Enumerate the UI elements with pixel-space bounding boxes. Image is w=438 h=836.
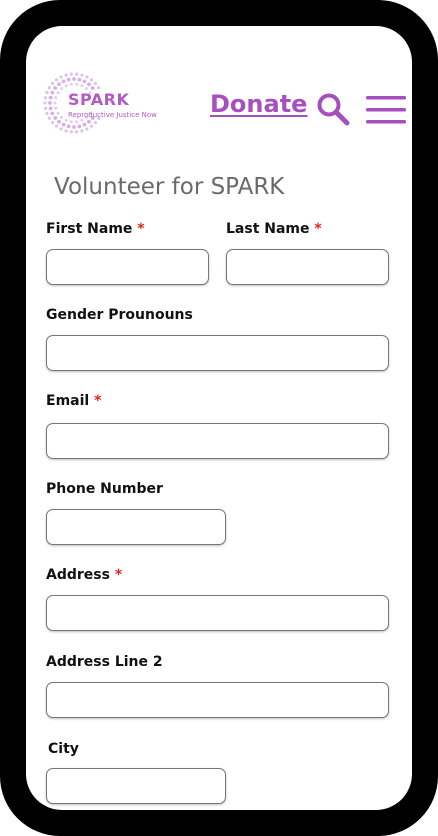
hamburger-menu-icon[interactable] (366, 96, 406, 124)
logo-dot (54, 124, 59, 128)
logo-dot (57, 119, 61, 124)
email-label: Email * (46, 393, 101, 409)
logo-dot (77, 77, 82, 82)
logo-dot (97, 86, 101, 90)
logo-dot (80, 73, 84, 77)
logo-dot (54, 96, 58, 100)
logo-dot (43, 96, 48, 100)
logo-dot (75, 130, 79, 134)
logo-dot (45, 111, 49, 116)
logo-dot (53, 86, 58, 90)
first-name-input[interactable] (46, 249, 209, 285)
logo-dot (89, 124, 94, 128)
form-title: Volunteer for SPARK (54, 174, 285, 200)
address-label: Address * (46, 567, 122, 583)
logo-dot (47, 116, 51, 120)
logo-dot (80, 129, 84, 133)
logo-dot (45, 90, 49, 95)
logo-dot (64, 73, 68, 77)
logo-dot (69, 130, 73, 134)
address-line2-label: Address Line 2 (46, 654, 163, 670)
logo-dot (80, 84, 84, 88)
logo-dot (61, 122, 66, 127)
search-icon[interactable] (316, 92, 350, 126)
donate-link[interactable]: Donate (210, 90, 307, 118)
logo-dot (53, 101, 57, 105)
logo-dot (82, 122, 87, 127)
brand-name: SPARK (68, 90, 130, 109)
phone-frame: SPARK Reproductive Justice Now Donate Vo… (0, 0, 438, 836)
logo-dot (54, 106, 58, 110)
logo-dot (60, 87, 64, 91)
last-name-label-text: Last Name (226, 221, 310, 237)
pronouns-input[interactable] (46, 335, 389, 371)
logo-dot (64, 84, 68, 88)
logo-dot (48, 95, 53, 100)
logo-dot (66, 124, 71, 129)
logo-dot (47, 86, 51, 90)
logo-dot (87, 119, 91, 124)
pronouns-label: Gender Prounouns (46, 307, 193, 323)
last-name-input[interactable] (226, 249, 389, 285)
required-marker: * (314, 221, 322, 237)
phone-input[interactable] (46, 509, 226, 545)
logo-dot (50, 111, 55, 116)
logo-dot (50, 81, 55, 86)
logo-dot (93, 81, 98, 86)
logo-dot (75, 82, 79, 86)
logo-dot (60, 115, 64, 119)
logo-dot (77, 124, 82, 129)
logo-dot (54, 78, 59, 82)
logo-dot (56, 91, 60, 95)
logo-dot (69, 72, 73, 76)
logo-dot (50, 120, 55, 125)
logo-dot (59, 127, 63, 131)
spark-logo[interactable]: SPARK Reproductive Justice Now (42, 70, 162, 136)
logo-dot (69, 120, 73, 124)
city-input[interactable] (46, 768, 226, 804)
address-label-text: Address (46, 567, 110, 583)
required-marker: * (137, 221, 145, 237)
logo-dot (93, 120, 98, 125)
logo-dot (48, 106, 53, 111)
phone-screen: SPARK Reproductive Justice Now Donate Vo… (26, 26, 412, 810)
logo-dot (61, 79, 66, 84)
address-line2-input[interactable] (46, 682, 389, 718)
logo-dot (75, 72, 79, 76)
logo-dot (43, 101, 47, 105)
phone-label: Phone Number (46, 481, 163, 497)
required-marker: * (114, 567, 123, 583)
logo-dot (43, 106, 48, 110)
logo-dot (66, 77, 71, 82)
logo-dot (85, 75, 89, 79)
logo-dot (87, 82, 91, 87)
logo-dot (59, 75, 63, 79)
logo-dot (80, 118, 84, 122)
logo-dot (64, 118, 68, 122)
logo-dot (75, 120, 79, 124)
logo-dot (53, 116, 58, 120)
first-name-label-text: First Name (46, 221, 133, 237)
last-name-label: Last Name * (226, 221, 322, 237)
logo-dot (72, 77, 76, 81)
logo-dot (69, 82, 73, 86)
logo-dot (56, 111, 60, 115)
city-label: City (48, 741, 79, 757)
logo-dot (64, 129, 68, 133)
logo-dot (72, 125, 76, 129)
address-input[interactable] (46, 595, 389, 631)
email-label-text: Email (46, 393, 90, 409)
brand-tagline: Reproductive Justice Now (68, 111, 157, 119)
required-marker: * (94, 393, 102, 409)
logo-dot (57, 82, 61, 87)
email-input[interactable] (46, 423, 389, 459)
logo-dot (89, 78, 94, 82)
logo-dot (48, 101, 52, 105)
logo-dot (85, 127, 89, 131)
first-name-label: First Name * (46, 221, 145, 237)
logo-dot (50, 90, 55, 95)
logo-dot (82, 79, 87, 84)
